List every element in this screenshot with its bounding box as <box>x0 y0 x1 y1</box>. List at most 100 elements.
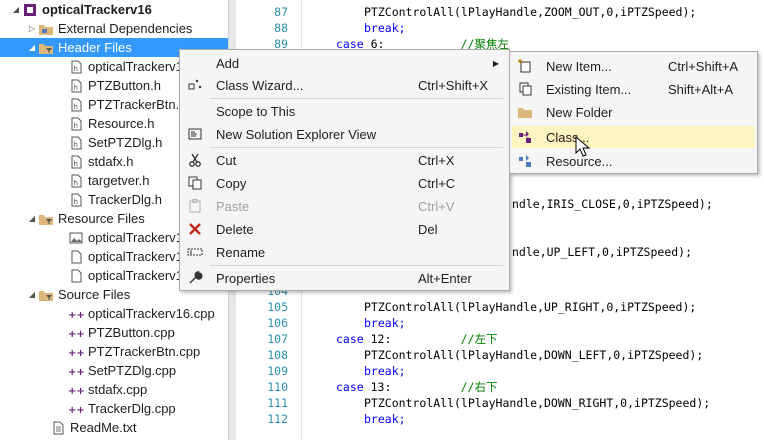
svg-text:h: h <box>74 122 78 130</box>
tree-label: SetPTZDlg.h <box>88 135 163 150</box>
menu-item-new-solution-explorer-view[interactable]: New Solution Explorer View <box>182 123 507 145</box>
code-line[interactable]: case 13: //右下 <box>336 379 498 395</box>
code-line[interactable]: PTZControlAll(lPlayHandle,UP_RIGHT,0,iPT… <box>364 299 696 315</box>
cpp-file-icon: ++ <box>68 401 84 417</box>
menu-shortcut: Ctrl+C <box>418 175 456 191</box>
menu-separator <box>210 98 503 99</box>
tree-label: stdafx.h <box>88 154 134 169</box>
collapse-arrow-icon[interactable]: ◢ <box>10 0 22 19</box>
tree-file-item[interactable]: ++ TrackerDlg.cpp <box>0 399 228 418</box>
line-number: 110 <box>267 380 288 394</box>
svg-text:h: h <box>74 198 78 206</box>
header-file-icon: h <box>68 97 84 113</box>
resource-file-icon <box>68 268 84 284</box>
line-number: 112 <box>267 412 288 426</box>
code-line[interactable]: break; <box>364 315 406 331</box>
menu-separator <box>210 265 503 266</box>
header-file-icon: h <box>68 59 84 75</box>
header-file-icon: h <box>68 116 84 132</box>
tree-project-row[interactable]: ◢ opticalTrackerv16 <box>0 0 228 19</box>
menu-item-add[interactable]: Add ▶ <box>182 52 507 74</box>
code-comment: //右下 <box>391 380 498 394</box>
external-dependencies-icon <box>38 21 54 37</box>
tree-label: SetPTZDlg.cpp <box>88 363 177 378</box>
code-comment: //左下 <box>391 332 498 346</box>
line-number: 108 <box>267 348 288 362</box>
scissors-icon <box>186 151 204 169</box>
menu-item-cut[interactable]: Cut Ctrl+X <box>182 149 507 171</box>
submenu-item-resource[interactable]: Resource... <box>512 150 755 172</box>
menu-item-paste[interactable]: Paste Ctrl+V <box>182 195 507 217</box>
collapse-arrow-icon[interactable]: ◢ <box>26 209 38 228</box>
collapse-arrow-icon[interactable]: ◢ <box>26 38 38 57</box>
submenu-item-class[interactable]: Class... <box>512 126 755 148</box>
cpp-file-icon: ++ <box>68 382 84 398</box>
tree-label: PTZButton.h <box>88 78 161 93</box>
svg-text:++: ++ <box>68 367 84 378</box>
add-submenu: New Item... Ctrl+Shift+A Existing Item..… <box>509 51 758 174</box>
menu-shortcut: Ctrl+X <box>418 152 455 168</box>
menu-shortcut: Ctrl+V <box>418 198 455 214</box>
tree-file-item[interactable]: ++ PTZTrackerBtn.cpp <box>0 342 228 361</box>
expand-arrow-icon[interactable]: ▷ <box>26 19 38 38</box>
code-line[interactable]: PTZControlAll(lPlayHandle,DOWN_RIGHT,0,i… <box>364 395 710 411</box>
submenu-item-new-item[interactable]: New Item... Ctrl+Shift+A <box>512 55 755 77</box>
submenu-item-new-folder[interactable]: New Folder <box>512 101 755 123</box>
cpp-file-icon: ++ <box>68 306 84 322</box>
wrench-icon <box>186 269 204 287</box>
code-line[interactable]: case 12: //左下 <box>336 331 498 347</box>
tree-file-item[interactable]: ++ stdafx.cpp <box>0 380 228 399</box>
tree-file-item[interactable]: ReadMe.txt <box>0 418 228 437</box>
menu-item-delete[interactable]: Delete Del <box>182 218 507 240</box>
menu-shortcut: Alt+Enter <box>418 270 472 286</box>
code-keyword: break; <box>364 364 406 378</box>
menu-item-rename[interactable]: Rename <box>182 241 507 263</box>
line-number: 106 <box>267 316 288 330</box>
context-menu: Add ▶ Class Wizard... Ctrl+Shift+X Scope… <box>179 49 510 291</box>
line-number: 88 <box>274 21 288 35</box>
menu-shortcut: Shift+Alt+A <box>668 81 734 97</box>
code-line[interactable]: ndle,UP_LEFT,0,iPTZSpeed); <box>512 244 692 260</box>
code-line[interactable]: ndle,IRIS_CLOSE,0,iPTZSpeed); <box>512 196 713 212</box>
tree-label: External Dependencies <box>58 21 193 36</box>
svg-text:h: h <box>74 65 78 73</box>
code-text: 12: <box>363 332 392 346</box>
filter-folder-icon <box>38 287 54 303</box>
menu-label: Add <box>216 55 240 71</box>
menu-label: Properties <box>216 270 276 286</box>
line-number: 107 <box>267 332 288 346</box>
code-line[interactable]: break; <box>364 363 406 379</box>
new-view-icon <box>186 125 204 143</box>
menu-label: Scope to This <box>216 103 296 119</box>
code-text: 13: <box>363 380 392 394</box>
collapse-arrow-icon[interactable]: ◢ <box>26 285 38 304</box>
menu-item-copy[interactable]: Copy Ctrl+C <box>182 172 507 194</box>
tree-label: opticalTrackerv16.cpp <box>88 306 215 321</box>
tree-external-dependencies[interactable]: ▷ External Dependencies <box>0 19 228 38</box>
code-text: PTZControlAll(lPlayHandle,DOWN_RIGHT,0,i… <box>364 396 711 410</box>
svg-text:++: ++ <box>68 405 84 416</box>
paste-icon <box>186 197 204 215</box>
vc-project-icon <box>22 2 38 18</box>
tree-file-item[interactable]: ++ SetPTZDlg.cpp <box>0 361 228 380</box>
menu-item-scope-to-this[interactable]: Scope to This <box>182 100 507 122</box>
menu-item-properties[interactable]: Properties Alt+Enter <box>182 267 507 289</box>
tree-label: TrackerDlg.cpp <box>88 401 176 416</box>
code-line[interactable]: break; <box>364 20 406 36</box>
svg-text:++: ++ <box>68 329 84 340</box>
folder-icon <box>516 103 534 121</box>
code-keyword: case <box>336 380 364 394</box>
class-wizard-icon <box>186 76 204 94</box>
code-line[interactable]: PTZControlAll(lPlayHandle,DOWN_LEFT,0,iP… <box>364 347 703 363</box>
menu-label: Delete <box>216 221 254 237</box>
code-line[interactable]: PTZControlAll(lPlayHandle,ZOOM_OUT,0,iPT… <box>364 4 696 20</box>
menu-item-class-wizard[interactable]: Class Wizard... Ctrl+Shift+X <box>182 74 507 96</box>
svg-text:h: h <box>74 160 78 168</box>
rename-icon <box>186 243 204 261</box>
delete-icon <box>186 220 204 238</box>
code-line[interactable]: break; <box>364 411 406 427</box>
tree-file-item[interactable]: ++ opticalTrackerv16.cpp <box>0 304 228 323</box>
menu-separator <box>210 147 503 148</box>
submenu-item-existing-item[interactable]: Existing Item... Shift+Alt+A <box>512 78 755 100</box>
tree-file-item[interactable]: ++ PTZButton.cpp <box>0 323 228 342</box>
